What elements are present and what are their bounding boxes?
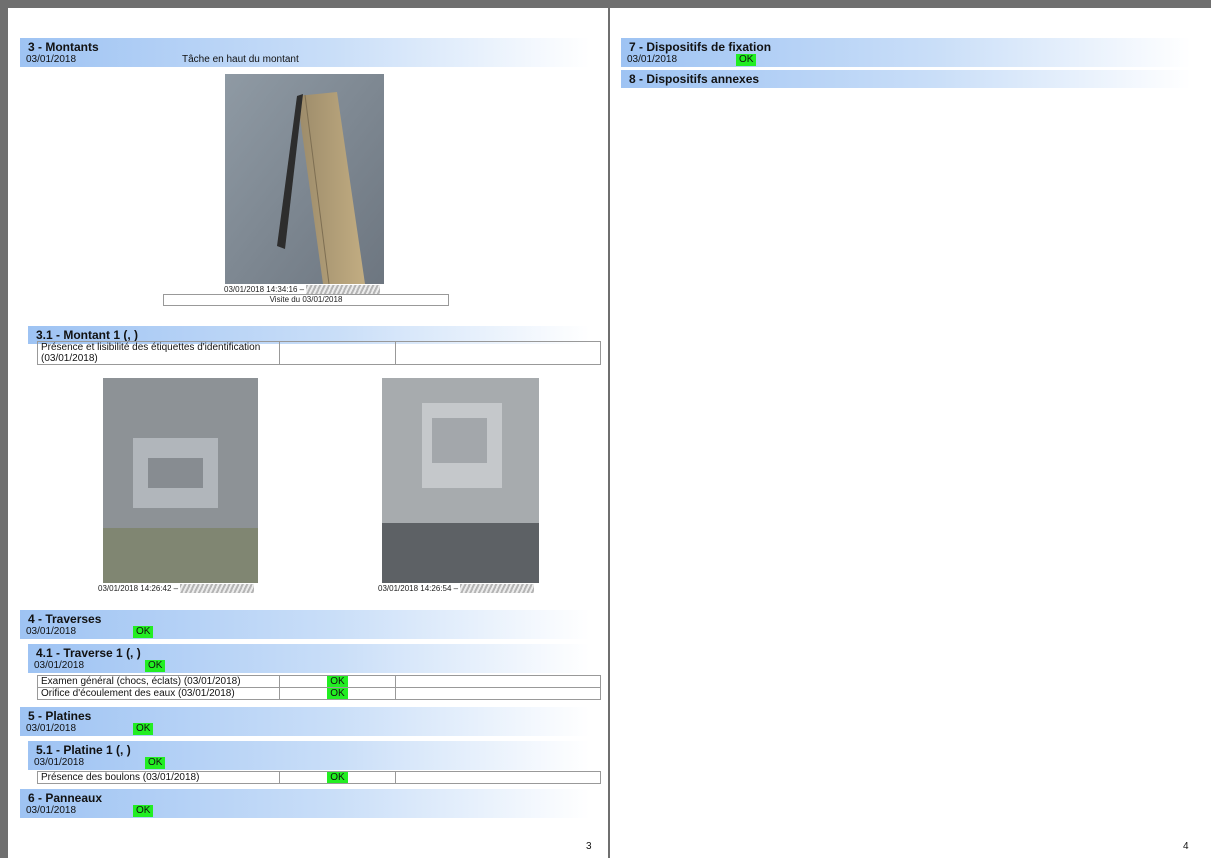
visit-label: Visite du 03/01/2018 — [163, 294, 449, 306]
section-header-montants: 3 - Montants 03/01/2018 Tâche en haut du… — [20, 38, 590, 67]
photo-label-plate-b — [382, 378, 539, 583]
section-header-traverses: 4 - Traverses 03/01/2018 OK — [20, 610, 590, 639]
photo-caption: 03/01/2018 14:26:54 – — [378, 584, 535, 594]
section-header-platines: 5 - Platines 03/01/2018 OK — [20, 707, 590, 736]
section-date: 03/01/2018 — [26, 626, 77, 637]
page-number: 4 — [1183, 841, 1189, 852]
photo-montant-pole — [225, 74, 384, 284]
section-title: 5 - Platines — [28, 709, 92, 723]
status-badge: OK — [736, 54, 757, 66]
section-header-panneaux: 6 - Panneaux 03/01/2018 OK — [20, 789, 590, 818]
checklist-table: Présence des boulons (03/01/2018) OK — [37, 771, 601, 784]
checklist-table: Présence et lisibilité des étiquettes d'… — [37, 341, 601, 365]
table-row: Présence et lisibilité des étiquettes d'… — [37, 341, 601, 365]
status-badge: OK — [133, 626, 154, 638]
section-date: 03/01/2018 — [627, 54, 678, 65]
row-label: Présence des boulons (03/01/2018) — [37, 771, 280, 784]
row-label: Présence et lisibilité des étiquettes d'… — [37, 341, 280, 365]
status-badge: OK — [133, 723, 154, 735]
page-number: 3 — [586, 841, 592, 852]
row-label: Examen général (chocs, éclats) (03/01/20… — [37, 675, 280, 688]
section-date: 03/01/2018 — [26, 723, 77, 734]
section-note: Tâche en haut du montant — [182, 54, 299, 65]
section-date: 03/01/2018 — [26, 805, 77, 816]
section-title: 3 - Montants — [28, 40, 99, 54]
section-title: 4 - Traverses — [28, 612, 102, 626]
report-page-4: 7 - Dispositifs de fixation 03/01/2018 O… — [610, 8, 1211, 858]
section-title: 5.1 - Platine 1 (, ) — [36, 743, 131, 757]
status-badge: OK — [327, 688, 348, 699]
redacted-author-icon — [180, 584, 255, 594]
table-row: Examen général (chocs, éclats) (03/01/20… — [37, 675, 601, 688]
section-date: 03/01/2018 — [34, 660, 85, 671]
section-title: 7 - Dispositifs de fixation — [629, 40, 772, 54]
table-row: Présence des boulons (03/01/2018) OK — [37, 771, 601, 784]
status-badge: OK — [327, 772, 348, 783]
table-row: Orifice d'écoulement des eaux (03/01/201… — [37, 687, 601, 700]
redacted-author-icon — [460, 584, 535, 594]
section-title: 6 - Panneaux — [28, 791, 103, 805]
status-badge: OK — [145, 660, 166, 672]
section-header-traverse-1: 4.1 - Traverse 1 (, ) 03/01/2018 OK — [28, 644, 590, 673]
status-badge: OK — [327, 676, 348, 687]
section-header-dispositifs-annexes: 8 - Dispositifs annexes — [621, 70, 1191, 88]
section-header-platine-1: 5.1 - Platine 1 (, ) 03/01/2018 OK — [28, 741, 590, 770]
section-date: 03/01/2018 — [34, 757, 85, 768]
row-label: Orifice d'écoulement des eaux (03/01/201… — [37, 687, 280, 700]
checklist-table: Examen général (chocs, éclats) (03/01/20… — [37, 675, 601, 700]
status-badge: OK — [133, 805, 154, 817]
section-header-dispositifs-fixation: 7 - Dispositifs de fixation 03/01/2018 O… — [621, 38, 1191, 67]
section-title: 3.1 - Montant 1 (, ) — [36, 328, 138, 342]
section-date: 03/01/2018 — [26, 54, 77, 65]
section-title: 8 - Dispositifs annexes — [629, 72, 760, 86]
section-title: 4.1 - Traverse 1 (, ) — [36, 646, 141, 660]
photo-label-plate-a — [103, 378, 258, 583]
photo-caption: 03/01/2018 14:26:42 – — [98, 584, 255, 594]
status-badge: OK — [145, 757, 166, 769]
report-page-3: 3 - Montants 03/01/2018 Tâche en haut du… — [8, 8, 608, 858]
photo-caption: 03/01/2018 14:34:16 – — [224, 285, 381, 295]
